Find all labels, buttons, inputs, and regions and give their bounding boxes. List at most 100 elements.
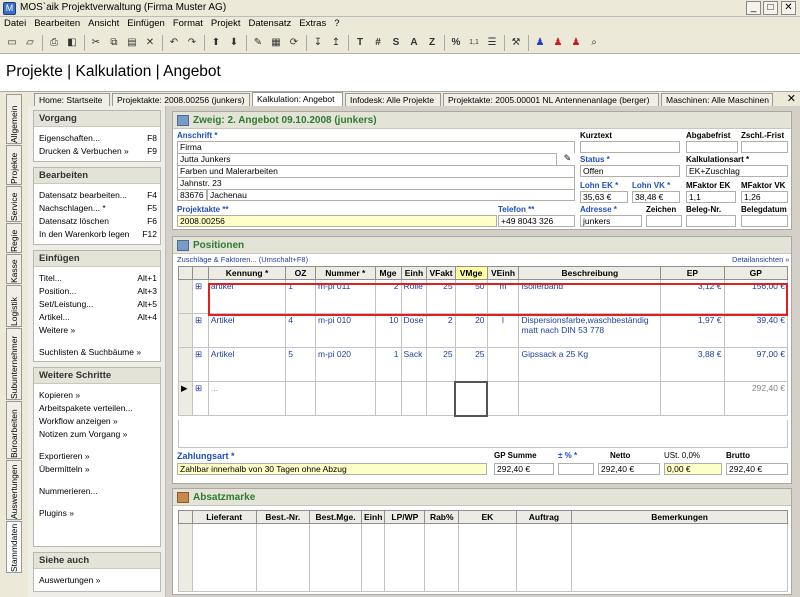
anschrift-line-1[interactable]: Firma bbox=[177, 141, 575, 153]
open-folder-icon[interactable]: ▱ bbox=[22, 35, 38, 51]
anschrift-line-3[interactable]: Farben und Malerarbeiten bbox=[177, 165, 575, 177]
sidebar-warenkorb[interactable]: In den Warenkorb legen F12 bbox=[39, 229, 159, 239]
sidebar-arbeitspakete[interactable]: Arbeitspakete verteilen... bbox=[39, 403, 159, 413]
print-preview-icon[interactable]: ◧ bbox=[64, 35, 80, 51]
col-beschreibung[interactable]: Beschreibung bbox=[518, 266, 662, 280]
sort-desc-icon[interactable]: ↥ bbox=[328, 35, 344, 51]
col-vfakt[interactable]: VFakt bbox=[426, 266, 456, 280]
col-mge[interactable]: Mge bbox=[374, 266, 402, 280]
cut-icon[interactable]: ✂ bbox=[88, 35, 104, 51]
zeichen-field[interactable] bbox=[646, 215, 682, 227]
anschrift-line-4[interactable]: Jahnstr. 23 bbox=[177, 177, 575, 189]
menu-einfuegen[interactable]: Einfügen bbox=[123, 17, 169, 30]
lohn-ek-field[interactable]: 35,63 € bbox=[580, 191, 628, 203]
plz-field[interactable]: 83676 bbox=[177, 189, 207, 201]
expand-icon[interactable]: ⊞ bbox=[191, 381, 209, 416]
sidebar-uebermitteln[interactable]: Übermitteln » bbox=[39, 464, 159, 474]
vtab-allgemein[interactable]: Allgemein bbox=[6, 94, 22, 144]
vtab-stammdaten[interactable]: Stammdaten bbox=[6, 521, 22, 573]
vtab-projekte[interactable]: Projekte bbox=[6, 145, 22, 185]
copy-icon[interactable]: ⧉ bbox=[106, 35, 122, 51]
expand-icon[interactable]: ⊞ bbox=[191, 313, 209, 348]
sidebar-workflow[interactable]: Workflow anzeigen » bbox=[39, 416, 159, 426]
mfaktor-ek-field[interactable]: 1,1 bbox=[686, 191, 736, 203]
belegdatum-field[interactable] bbox=[741, 215, 788, 227]
status-field[interactable]: Offen bbox=[580, 165, 680, 177]
vtab-logistik[interactable]: Logistik bbox=[6, 285, 22, 327]
a-icon[interactable]: A bbox=[406, 35, 422, 51]
telefon-field[interactable]: +49 8043 326 bbox=[498, 215, 575, 227]
sidebar-nachschlagen[interactable]: Nachschlagen... * F5 bbox=[39, 203, 159, 213]
properties-icon[interactable]: ▦ bbox=[268, 35, 284, 51]
sidebar-titel[interactable]: Titel... Alt+1 bbox=[39, 273, 159, 283]
paste-icon[interactable]: ▤ bbox=[124, 35, 140, 51]
sidebar-eigenschaften[interactable]: Eigenschaften... F8 bbox=[39, 133, 159, 143]
tools-icon[interactable]: ⚒ bbox=[508, 35, 524, 51]
vtab-auswertungen[interactable]: Auswertungen bbox=[6, 460, 22, 520]
new-row[interactable]: ▶ ⊞ ... 292,40 € bbox=[178, 380, 788, 417]
sidebar-notizen[interactable]: Notizen zum Vorgang » bbox=[39, 429, 159, 439]
brutto-field[interactable]: 292,40 € bbox=[726, 463, 788, 475]
percent-icon[interactable]: % bbox=[448, 35, 464, 51]
expand-icon[interactable]: ⊞ bbox=[191, 347, 209, 382]
sidebar-datensatz-loeschen[interactable]: Datensatz löschen F6 bbox=[39, 216, 159, 226]
tab-maschinen[interactable]: Maschinen: Alle Maschinen bbox=[661, 93, 773, 106]
tab-home[interactable]: Home: Startseite bbox=[34, 93, 110, 106]
undo-icon[interactable]: ↶ bbox=[166, 35, 182, 51]
col-vmge[interactable]: VMge bbox=[454, 266, 488, 280]
tab-kalkulation[interactable]: Kalkulation: Angebot bbox=[252, 92, 343, 106]
close-window-button[interactable]: ✕ bbox=[781, 1, 796, 15]
col-best-nr[interactable]: Best.-Nr. bbox=[255, 510, 311, 524]
col-kennung[interactable]: Kennung * bbox=[207, 266, 287, 280]
menu-ansicht[interactable]: Ansicht bbox=[84, 17, 123, 30]
sidebar-kopieren[interactable]: Kopieren » bbox=[39, 390, 159, 400]
new-document-icon[interactable]: ▭ bbox=[4, 35, 20, 51]
kalkulationsart-field[interactable]: EK+Zuschlag bbox=[686, 165, 788, 177]
sidebar-auswertungen[interactable]: Auswertungen » bbox=[39, 575, 159, 585]
menu-projekt[interactable]: Projekt bbox=[207, 17, 245, 30]
edit-pencil-icon[interactable]: ✎ bbox=[250, 35, 266, 51]
menu-extras[interactable]: Extras bbox=[295, 17, 330, 30]
col-best-mge[interactable]: Best.Mge. bbox=[309, 510, 362, 524]
zschl-frist-field[interactable] bbox=[741, 141, 788, 153]
sort-asc-icon[interactable]: ↧ bbox=[310, 35, 326, 51]
vtab-subunternehmer[interactable]: Subunternehmer bbox=[6, 328, 22, 400]
zahlungsart-field[interactable]: Zahlbar innerhalb von 30 Tagen ohne Abzu… bbox=[177, 463, 487, 475]
tab-projektakte-2008[interactable]: Projektakte: 2008.00256 (junkers) bbox=[112, 93, 250, 106]
sidebar-nummerieren[interactable]: Nummerieren... bbox=[39, 486, 159, 496]
col-oz[interactable]: OZ bbox=[285, 266, 316, 280]
table-row[interactable]: ⊞ Artikel 5 m-pi 020 1 Sack 25 25 Gipssa… bbox=[178, 347, 788, 382]
search-document-icon[interactable]: ⌕ bbox=[586, 35, 602, 51]
col-auftrag[interactable]: Auftrag bbox=[515, 510, 573, 524]
kurztext-field[interactable] bbox=[580, 141, 680, 153]
print-icon[interactable]: ⎙ bbox=[46, 35, 62, 51]
col-bemerkungen[interactable]: Bemerkungen bbox=[571, 510, 788, 524]
adresse-field[interactable]: junkers bbox=[580, 215, 642, 227]
user-red-icon[interactable]: ♟ bbox=[550, 35, 566, 51]
col-einh[interactable]: Einh bbox=[360, 510, 386, 524]
col-lp-wp[interactable]: LP/WP bbox=[384, 510, 426, 524]
refresh-icon[interactable]: ⟳ bbox=[286, 35, 302, 51]
z-icon[interactable]: Z bbox=[424, 35, 440, 51]
col-lieferant[interactable]: Lieferant bbox=[191, 510, 257, 524]
sidebar-drucken[interactable]: Drucken & Verbuchen » F9 bbox=[39, 146, 159, 156]
menu-datei[interactable]: Datei bbox=[0, 17, 30, 30]
col-veinh[interactable]: VEinh bbox=[486, 266, 520, 280]
ort-field[interactable]: Jachenau bbox=[207, 189, 575, 201]
s-icon[interactable]: S bbox=[388, 35, 404, 51]
hash-icon[interactable]: # bbox=[370, 35, 386, 51]
delete-icon[interactable]: ✕ bbox=[142, 35, 158, 51]
ust-field[interactable]: 0,00 € bbox=[664, 463, 722, 475]
netto-field[interactable]: 292,40 € bbox=[598, 463, 660, 475]
sidebar-plugins[interactable]: Plugins » bbox=[39, 508, 159, 518]
text-icon[interactable]: T bbox=[352, 35, 368, 51]
col-nummer[interactable]: Nummer * bbox=[314, 266, 376, 280]
sidebar-exportieren[interactable]: Exportieren » bbox=[39, 451, 159, 461]
sidebar-position[interactable]: Position... Alt+3 bbox=[39, 286, 159, 296]
sidebar-datensatz-bearbeiten[interactable]: Datensatz bearbeiten... F4 bbox=[39, 190, 159, 200]
vtab-regie[interactable]: Regie bbox=[6, 223, 22, 253]
maximize-button[interactable]: □ bbox=[763, 1, 778, 15]
col-gp[interactable]: GP bbox=[723, 266, 788, 280]
expand-icon[interactable]: ⊞ bbox=[191, 279, 209, 314]
minimize-button[interactable]: _ bbox=[746, 1, 761, 15]
